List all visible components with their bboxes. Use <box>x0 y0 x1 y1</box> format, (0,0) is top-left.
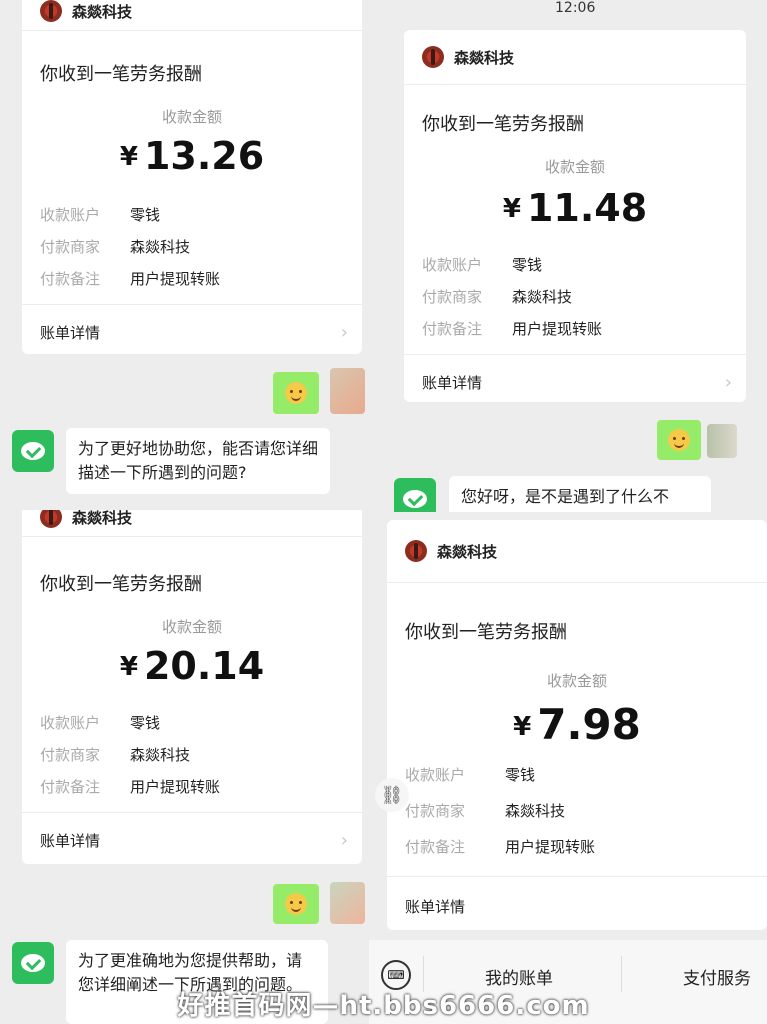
info-row: 付款商家 森燚科技 <box>422 288 573 306</box>
amount-label: 收款金额 <box>544 158 605 176</box>
info-row: 付款商家 森燚科技 <box>40 238 191 256</box>
chevron-right-icon: › <box>724 372 732 393</box>
divider <box>387 876 767 877</box>
info-row: 收款账户 零钱 <box>40 714 161 732</box>
watermark: 好推首码网—ht.bbs6666.com <box>177 991 590 1021</box>
merchant-name: 森燚科技 <box>437 542 498 561</box>
service-avatar[interactable] <box>12 942 54 984</box>
chat-logo-icon <box>21 954 45 972</box>
user-avatar[interactable] <box>330 882 365 924</box>
info-row: 付款备注 用户提现转账 <box>422 320 603 338</box>
merchant-logo-icon <box>40 510 62 528</box>
merchant-name: 森燚科技 <box>72 2 133 21</box>
payment-card[interactable]: 森燚科技 你收到一笔劳务报酬 收款金额 ¥11.48 收款账户 零钱 付款商家 森燚… <box>404 30 746 402</box>
card-headline: 你收到一笔劳务报酬 <box>40 574 202 595</box>
amount-label: 收款金额 <box>161 618 222 636</box>
divider <box>387 582 767 583</box>
service-avatar[interactable] <box>394 478 436 512</box>
service-avatar[interactable] <box>12 430 54 472</box>
bill-detail-link[interactable]: 账单详情 › <box>40 322 348 343</box>
emoji-icon <box>668 429 690 451</box>
payment-card[interactable]: 森燚科技 你收到一笔劳务报酬 收款金额 ¥13.26 收款账户 零钱 付款商家 森燚… <box>22 0 362 354</box>
merchant-logo-icon <box>422 46 444 68</box>
emoji-icon <box>285 893 307 915</box>
emoji-message-bubble[interactable] <box>273 372 319 414</box>
merchant-logo-icon <box>405 540 427 562</box>
bill-detail-link[interactable]: 账单详情 <box>405 896 753 917</box>
chevron-right-icon: › <box>340 830 348 851</box>
card-headline: 你收到一笔劳务报酬 <box>422 114 584 135</box>
info-row: 收款账户 零钱 <box>405 766 536 784</box>
user-avatar[interactable] <box>330 368 365 414</box>
info-row: 付款备注 用户提现转账 <box>40 270 221 288</box>
link-icon[interactable]: ⛓ <box>375 778 409 812</box>
divider <box>404 84 746 85</box>
service-message: 为了更好地协助您，能否请您详细描述一下所遇到的问题? <box>66 428 330 494</box>
merchant-header: 森燚科技 <box>405 540 497 562</box>
amount-value: ¥7.98 <box>513 700 641 749</box>
divider <box>22 812 362 813</box>
emoji-message-bubble[interactable] <box>657 420 701 460</box>
amount-label: 收款金额 <box>546 672 607 690</box>
chevron-right-icon: › <box>340 322 348 343</box>
merchant-name: 森燚科技 <box>72 510 133 527</box>
payment-card[interactable]: 森燚科技 你收到一笔劳务报酬 收款金额 ¥7.98 收款账户 零钱 付款商家 森燚科… <box>387 520 767 930</box>
bill-detail-link[interactable]: 账单详情 › <box>40 830 348 851</box>
amount-value: ¥20.14 <box>119 644 265 688</box>
amount-value: ¥11.48 <box>502 186 648 230</box>
user-avatar[interactable] <box>707 424 737 458</box>
bill-detail-link[interactable]: 账单详情 › <box>422 372 732 393</box>
screenshot-panel-top-right: 12:06 森燚科技 你收到一笔劳务报酬 收款金额 ¥11.48 收款账户 零钱 … <box>369 0 767 512</box>
info-row: 付款备注 用户提现转账 <box>405 838 596 856</box>
info-row: 收款账户 零钱 <box>422 256 543 274</box>
merchant-header: 森燚科技 <box>40 0 132 22</box>
divider <box>22 30 362 31</box>
service-message: 您好呀，是不是遇到了什么不 <box>449 476 711 512</box>
merchant-header: 森燚科技 <box>422 46 514 68</box>
merchant-header: 森燚科技 <box>40 510 132 528</box>
payment-card[interactable]: 森燚科技 你收到一笔劳务报酬 收款金额 ¥20.14 收款账户 零钱 付款商家 森燚… <box>22 510 362 864</box>
screenshot-panel-top-left: 森燚科技 你收到一笔劳务报酬 收款金额 ¥13.26 收款账户 零钱 付款商家 森燚… <box>0 0 365 505</box>
info-row: 付款备注 用户提现转账 <box>40 778 221 796</box>
info-row: 付款商家 森燚科技 <box>405 802 566 820</box>
emoji-message-bubble[interactable] <box>273 884 319 924</box>
screenshot-panel-bottom-left: 森燚科技 你收到一笔劳务报酬 收款金额 ¥20.14 收款账户 零钱 付款商家 森燚… <box>0 510 365 1024</box>
divider <box>404 354 746 355</box>
status-time: 12:06 <box>555 0 596 16</box>
chat-logo-icon <box>21 442 45 460</box>
emoji-icon <box>285 382 307 404</box>
info-row: 付款商家 森燚科技 <box>40 746 191 764</box>
divider <box>22 536 362 537</box>
amount-value: ¥13.26 <box>119 134 265 178</box>
amount-label: 收款金额 <box>161 108 222 126</box>
info-row: 收款账户 零钱 <box>40 206 161 224</box>
merchant-logo-icon <box>40 0 62 22</box>
chat-logo-icon <box>403 490 427 508</box>
merchant-name: 森燚科技 <box>454 48 515 67</box>
card-headline: 你收到一笔劳务报酬 <box>405 622 567 643</box>
divider <box>22 304 362 305</box>
card-headline: 你收到一笔劳务报酬 <box>40 64 202 85</box>
